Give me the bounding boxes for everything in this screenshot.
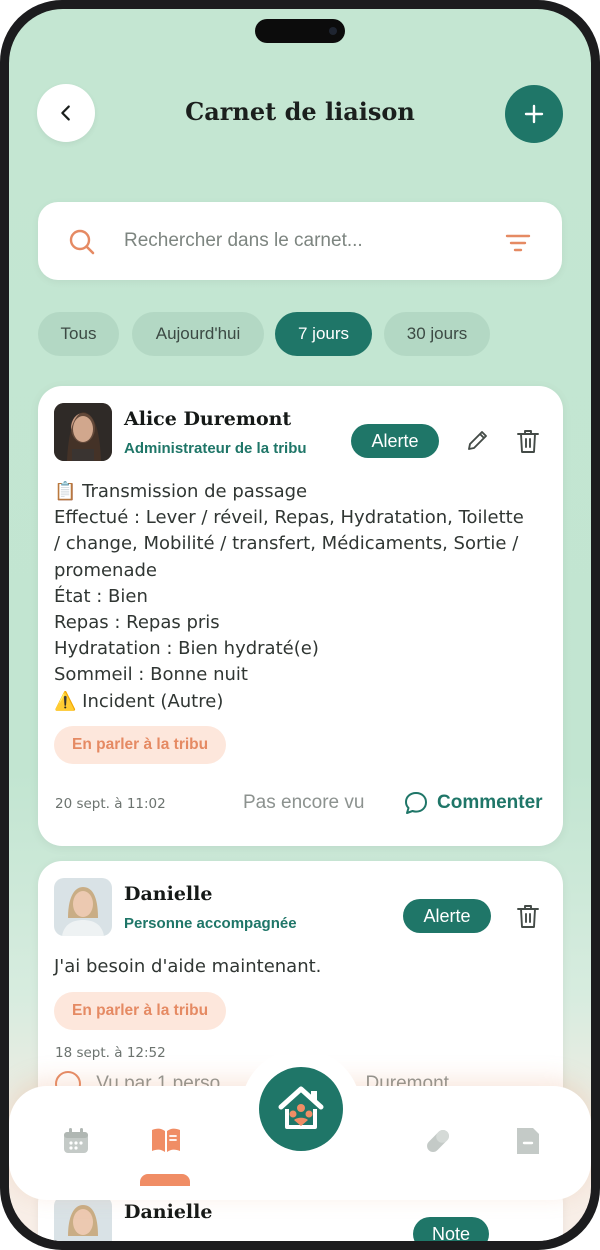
home-button[interactable]: [259, 1067, 343, 1151]
edit-button[interactable]: [462, 426, 492, 456]
note-badge: Note: [413, 1217, 489, 1241]
body-line: Sommeil : Bonne nuit: [54, 664, 248, 686]
entry-body: 📋 Transmission de passage Effectué : Lev…: [54, 479, 554, 715]
body-line: Hydratation : Bien hydraté(e): [54, 638, 319, 660]
author-name: Danielle: [124, 1201, 213, 1223]
page-title: Carnet de liaison: [185, 97, 415, 126]
search-bar[interactable]: Rechercher dans le carnet...: [38, 202, 562, 280]
chip-7-jours[interactable]: 7 jours: [275, 312, 372, 356]
screen: Carnet de liaison Rechercher dans le car…: [9, 9, 591, 1241]
read-status: Pas encore vu: [243, 792, 365, 813]
alert-badge: Alerte: [403, 899, 491, 933]
body-line: Repas : Repas pris: [54, 612, 220, 634]
alert-badge: Alerte: [351, 424, 439, 458]
avatar: [54, 878, 112, 936]
camera-dot: [329, 27, 337, 35]
discuss-with-tribe-button[interactable]: En parler à la tribu: [54, 726, 227, 764]
search-icon: [69, 229, 95, 255]
entry-body: J'ai besoin d'aide maintenant.: [54, 954, 554, 980]
calendar-icon[interactable]: [59, 1124, 93, 1158]
entry-timestamp: 20 sept. à 11:02: [55, 796, 166, 812]
trash-icon: [517, 430, 539, 453]
body-line: ⚠️ Incident (Autre): [54, 690, 224, 712]
chip-30-jours[interactable]: 30 jours: [384, 312, 490, 356]
pill-icon[interactable]: [421, 1124, 455, 1158]
entry-card: Alice Duremont Administrateur de la trib…: [38, 386, 563, 846]
body-line: promenade: [54, 559, 157, 581]
avatar: [54, 1196, 112, 1241]
body-line: État : Bien: [54, 585, 148, 607]
delete-button[interactable]: [513, 426, 543, 456]
entry-timestamp: 18 sept. à 12:52: [55, 1045, 166, 1061]
discuss-with-tribe-button[interactable]: En parler à la tribu: [54, 992, 227, 1030]
comment-button[interactable]: Commenter: [403, 790, 543, 816]
home-family-icon: [278, 1086, 324, 1129]
trash-icon: [517, 905, 539, 928]
body-line: Effectué : Lever / réveil, Repas, Hydrat…: [54, 507, 524, 529]
search-input[interactable]: Rechercher dans le carnet...: [124, 230, 363, 252]
phone-frame: Carnet de liaison Rechercher dans le car…: [0, 0, 600, 1250]
active-tab-indicator: [140, 1174, 190, 1186]
folder-icon[interactable]: [511, 1124, 545, 1158]
plus-icon: [524, 104, 544, 124]
body-line: / change, Mobilité / transfert, Médicame…: [54, 533, 519, 555]
dynamic-island: [255, 19, 345, 43]
author-role: Administrateur de la tribu: [124, 440, 307, 457]
avatar: [54, 403, 112, 461]
book-open-icon[interactable]: [148, 1122, 184, 1158]
author-role: Personne accompagnée: [124, 915, 297, 932]
filter-icon[interactable]: [504, 232, 532, 254]
body-line: 📋 Transmission de passage: [54, 481, 308, 502]
comment-label: Commenter: [437, 792, 543, 813]
comment-icon: [405, 792, 427, 814]
delete-button[interactable]: [513, 901, 543, 931]
chip-tous[interactable]: Tous: [38, 312, 119, 356]
chip-aujourdhui[interactable]: Aujourd'hui: [132, 312, 264, 356]
body-line: J'ai besoin d'aide maintenant.: [54, 956, 322, 977]
pencil-icon: [468, 431, 487, 450]
add-entry-button[interactable]: [505, 85, 563, 143]
author-name: Alice Duremont: [124, 408, 292, 430]
author-name: Danielle: [124, 883, 213, 905]
